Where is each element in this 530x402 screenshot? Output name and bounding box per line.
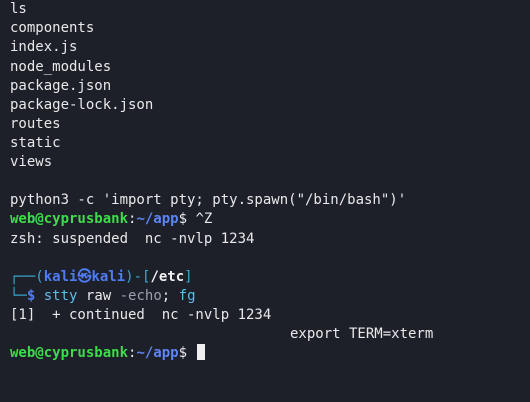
kali-prompt-bottom: └─$ stty raw -echo; fg <box>10 287 196 306</box>
kali-at-icon: ㉿ <box>77 269 92 285</box>
cmd-fg: fg <box>178 288 196 304</box>
output-line: routes <box>10 116 61 132</box>
output-line: views <box>10 154 53 170</box>
cmd-arg-raw: raw <box>85 288 112 304</box>
terminal-window[interactable]: ls components index.js node_modules pack… <box>0 0 530 402</box>
text-cursor[interactable] <box>197 344 206 360</box>
kali-frame-close: ] <box>184 269 193 285</box>
output-line: ls <box>10 1 27 17</box>
prompt-path: ~/app <box>136 345 179 361</box>
output-line: python3 -c 'import pty; pty.spawn("/bin/… <box>10 192 407 208</box>
prompt-symbol: $ <box>178 345 188 361</box>
output-line: static <box>10 135 61 151</box>
cmd-stty: stty <box>43 288 78 304</box>
kali-frame-bottom: └─ <box>10 288 27 304</box>
output-line: index.js <box>10 39 78 55</box>
prompt-user-host: web@cyprusbank <box>10 211 129 227</box>
output-line: package-lock.json <box>10 97 154 113</box>
prompt-command: ^Z <box>187 211 213 227</box>
prompt-symbol: $ <box>178 211 188 227</box>
job-line: [1] + continued nc -nvlp 1234 <box>10 307 272 323</box>
cmd-separator: ; <box>161 288 171 304</box>
output-line: components <box>10 20 95 36</box>
output-line: node_modules <box>10 59 112 75</box>
prompt-path: ~/app <box>136 211 179 227</box>
kali-prompt-symbol: $ <box>26 288 36 304</box>
kali-prompt-top: ┌──(kali㉿kali)-[/etc] <box>10 268 193 287</box>
shell-prompt-active[interactable]: web@cyprusbank:~/app$ <box>10 344 206 363</box>
kali-frame-top: ┌──( <box>10 269 44 285</box>
prompt-user-host: web@cyprusbank <box>10 345 129 361</box>
shell-prompt: web@cyprusbank:~/app$ ^Z <box>10 210 212 229</box>
kali-host: kali <box>91 269 126 285</box>
kali-user: kali <box>43 269 78 285</box>
export-line: export TERM=xterm <box>290 326 434 342</box>
suspended-line: zsh: suspended nc -nvlp 1234 <box>10 231 255 247</box>
output-line: package.json <box>10 78 112 94</box>
kali-dir: /etc <box>150 269 185 285</box>
kali-frame-mid: )-[ <box>125 269 151 285</box>
cmd-arg-echo: -echo <box>119 288 162 304</box>
